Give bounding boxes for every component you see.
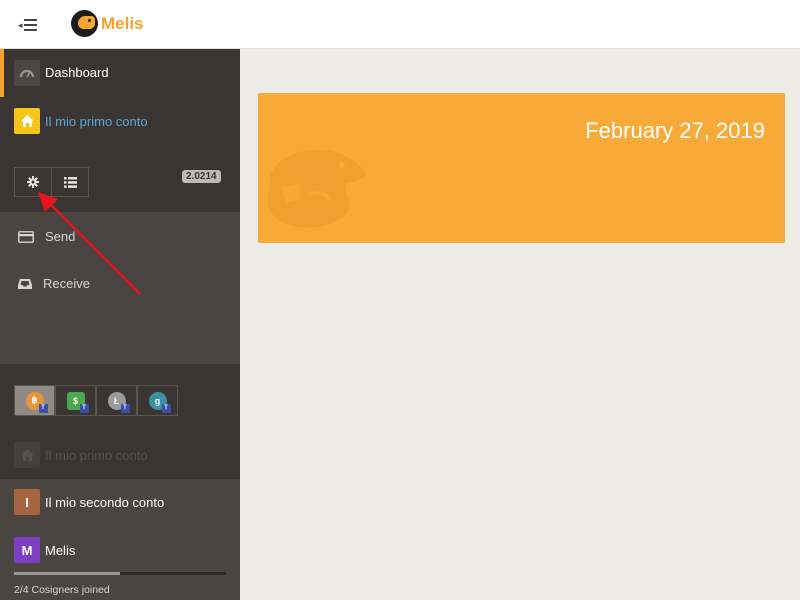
app-name: Melis: [101, 13, 144, 33]
bitcoin-testnet-icon: ฿ T: [25, 391, 48, 413]
sidebar-item-dashboard[interactable]: Dashboard: [0, 49, 240, 97]
settings-button[interactable]: [14, 167, 52, 197]
list-view-button[interactable]: [51, 167, 89, 197]
current-account-link[interactable]: Il mio primo conto: [14, 108, 148, 134]
currency-button-bch[interactable]: $ T: [55, 385, 96, 416]
bitcoin-cash-testnet-icon: $ T: [66, 391, 89, 413]
version-badge: 2.0214: [182, 170, 221, 183]
date-banner: February 27, 2019: [258, 93, 785, 243]
inbox-icon: [18, 278, 32, 289]
banner-date: February 27, 2019: [585, 118, 765, 143]
account-name: Il mio primo conto: [45, 447, 148, 463]
melis-logo-icon: [71, 10, 98, 37]
home-icon: [14, 108, 40, 134]
litecoin-testnet-icon: ŁT: [107, 391, 130, 413]
account-name: Il mio secondo conto: [45, 494, 165, 510]
list-icon: [63, 176, 77, 188]
hamburger-line: [24, 19, 37, 21]
cosigners-status: 2/4 Cosigners joined: [14, 584, 110, 596]
gear-icon: [27, 176, 39, 188]
credit-card-icon: [18, 230, 34, 243]
cosigners-progress-fill: [14, 572, 120, 575]
account-avatar: M: [14, 537, 40, 563]
account-avatar: I: [14, 489, 40, 515]
sidebar-item-label: Dashboard: [45, 65, 109, 80]
currency-button-grs[interactable]: gT: [137, 385, 178, 416]
currency-button-btc[interactable]: ฿ T: [14, 385, 55, 416]
send-label: Send: [45, 229, 76, 244]
account-item-melis[interactable]: M Melis: [14, 537, 75, 563]
receive-action[interactable]: Receive: [18, 276, 90, 291]
actions-panel: Send Receive: [0, 212, 240, 364]
send-action[interactable]: Send: [18, 229, 75, 244]
collapse-arrow-icon: ◂: [18, 20, 23, 30]
account-item-faded[interactable]: Il mio primo conto: [14, 442, 148, 468]
top-bar: ◂ Melis: [0, 0, 800, 49]
dashboard-gauge-icon: [14, 60, 40, 86]
accounts-panel: I Il mio secondo conto M Melis: [0, 479, 240, 600]
receive-label: Receive: [43, 276, 90, 291]
hamburger-line: [24, 29, 37, 31]
app-logo[interactable]: Melis: [71, 10, 144, 37]
sidebar: Dashboard Il mio primo conto 2.0214 Send…: [0, 49, 240, 600]
groestlcoin-testnet-icon: gT: [148, 391, 171, 413]
currency-button-ltc[interactable]: ŁT: [96, 385, 137, 416]
menu-toggle-icon[interactable]: ◂: [16, 15, 40, 35]
cosigners-progress-bar: [14, 572, 226, 575]
account-item-secondo[interactable]: I Il mio secondo conto: [14, 489, 164, 515]
hamburger-line: [24, 24, 37, 26]
current-account-name: Il mio primo conto: [45, 113, 148, 129]
home-icon: [14, 442, 40, 468]
melis-mascot-watermark-icon: [268, 149, 366, 228]
account-name: Melis: [45, 542, 76, 558]
